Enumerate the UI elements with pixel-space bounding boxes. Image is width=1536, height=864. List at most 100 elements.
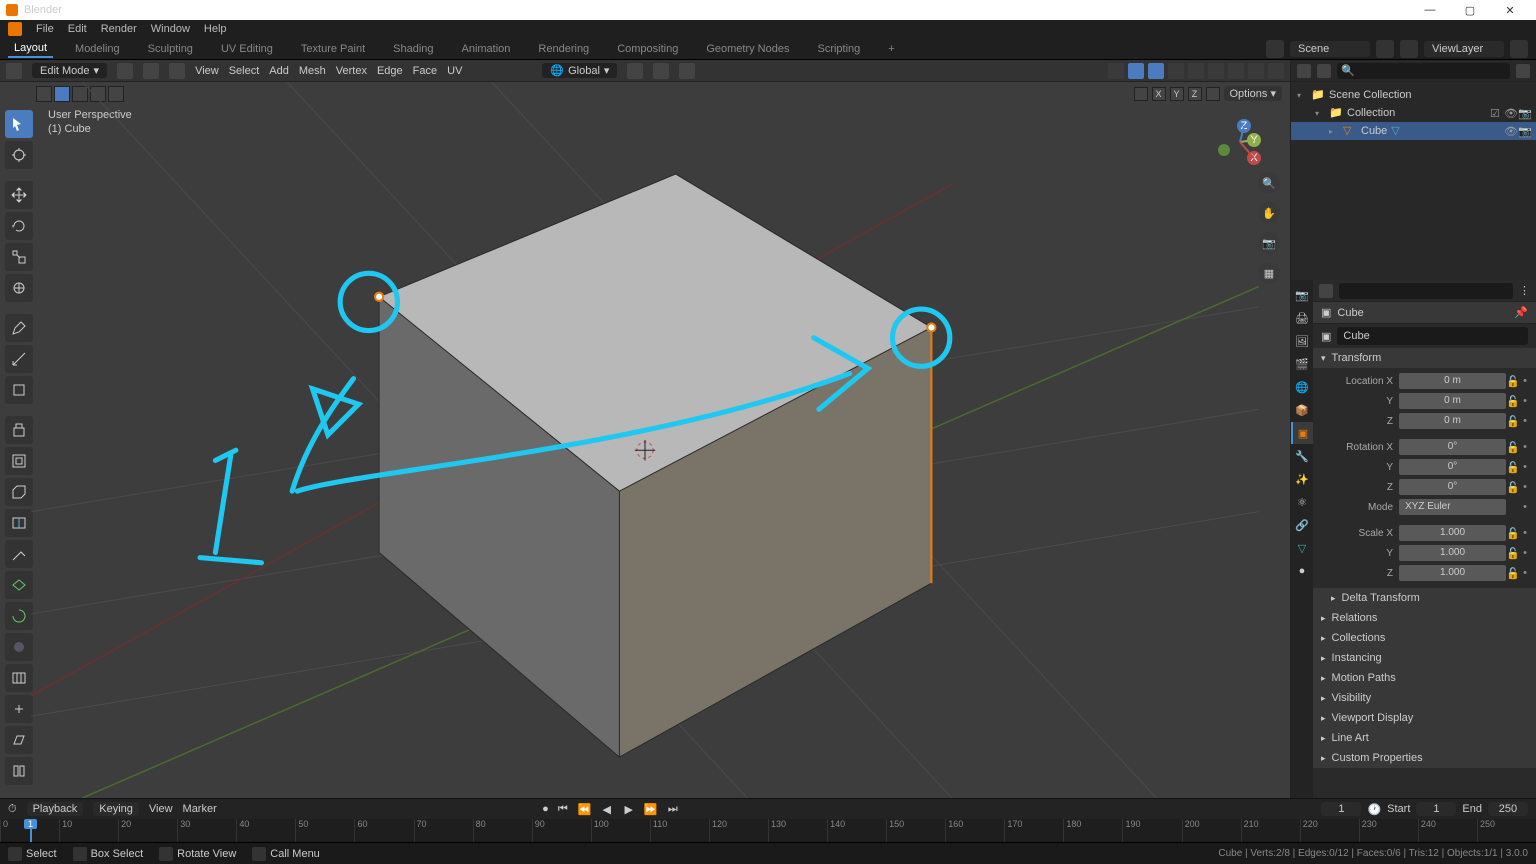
proportional-icon[interactable] (679, 63, 695, 79)
rotation-mode-dropdown[interactable]: XYZ Euler (1399, 499, 1506, 515)
props-tab-constraint[interactable]: 🔗 (1291, 514, 1313, 536)
shading-matpreview-icon[interactable] (1228, 63, 1244, 79)
tab-scripting[interactable]: Scripting (811, 41, 866, 57)
autokey-icon[interactable]: ● (542, 803, 549, 815)
3d-viewport[interactable]: User Perspective (1) Cube X Y Z Options … (0, 82, 1290, 798)
menu-file[interactable]: File (36, 23, 54, 35)
disclosure-icon[interactable]: ▾ (1297, 91, 1307, 100)
vp-menu-face[interactable]: Face (413, 65, 437, 77)
location-x-field[interactable]: 0 m (1399, 373, 1506, 389)
outliner-filter-icon[interactable] (1516, 64, 1530, 78)
tab-uvediting[interactable]: UV Editing (215, 41, 279, 57)
props-tab-modifier[interactable]: 🔧 (1291, 445, 1313, 467)
pivot-icon[interactable] (627, 63, 643, 79)
panel-lineart-header[interactable]: ▸Line Art (1313, 728, 1536, 748)
object-name-input[interactable] (1337, 327, 1528, 345)
pan-icon[interactable]: ✋ (1258, 202, 1280, 224)
tab-animation[interactable]: Animation (456, 41, 517, 57)
vp-menu-mesh[interactable]: Mesh (299, 65, 326, 77)
maximize-button[interactable]: ▢ (1450, 4, 1490, 17)
tree-row-collection[interactable]: ▾ 📁 Collection ☑👁📷 (1291, 104, 1536, 122)
jump-prev-icon[interactable]: ⏪ (577, 801, 593, 817)
pin-icon[interactable]: 📌 (1514, 306, 1528, 319)
menu-edit[interactable]: Edit (68, 23, 87, 35)
tab-modeling[interactable]: Modeling (69, 41, 126, 57)
minimize-button[interactable]: — (1410, 4, 1450, 16)
jump-start-icon[interactable]: ⏮ (555, 801, 571, 817)
vp-menu-edge[interactable]: Edge (377, 65, 403, 77)
navigation-gizmo[interactable]: Z Y X (1202, 112, 1262, 172)
outliner-search[interactable]: 🔍 (1337, 63, 1510, 79)
tab-sculpting[interactable]: Sculpting (142, 41, 199, 57)
eye-icon[interactable]: 👁 (1504, 125, 1516, 137)
mode-dropdown[interactable]: Edit Mode ▾ (32, 63, 107, 78)
props-tab-output[interactable]: 🖨 (1291, 307, 1313, 329)
mesh-edit-mode-icon[interactable] (1108, 63, 1124, 79)
props-tab-physics[interactable]: ⚛ (1291, 491, 1313, 513)
end-frame-field[interactable]: 250 (1488, 802, 1528, 816)
viewlayer-field[interactable]: ViewLayer (1424, 41, 1504, 57)
snap-icon[interactable] (653, 63, 669, 79)
vp-menu-view[interactable]: View (195, 65, 219, 77)
rotation-z-field[interactable]: 0° (1399, 479, 1506, 495)
camera-icon[interactable]: 📷 (1518, 107, 1530, 119)
props-tab-object[interactable]: ▣ (1291, 422, 1313, 444)
lock-icon[interactable]: 🔓 (1506, 395, 1520, 408)
scale-z-field[interactable]: 1.000 (1399, 565, 1506, 581)
tab-layout[interactable]: Layout (8, 40, 53, 58)
gizmo-toggle-icon[interactable] (1128, 63, 1144, 79)
props-tab-particle[interactable]: ✨ (1291, 468, 1313, 490)
menu-window[interactable]: Window (151, 23, 190, 35)
editor-type-icon[interactable] (6, 63, 22, 79)
properties-search[interactable] (1339, 283, 1513, 299)
zoom-icon[interactable]: 🔍 (1258, 172, 1280, 194)
tab-add[interactable]: + (882, 41, 900, 57)
viewlayer-browse-icon[interactable] (1400, 40, 1418, 58)
shading-rendered-icon[interactable] (1248, 63, 1264, 79)
tab-texturepaint[interactable]: Texture Paint (295, 41, 371, 57)
clock-icon[interactable]: 🕐 (1367, 803, 1381, 816)
eye-icon[interactable]: 👁 (1504, 107, 1516, 119)
scene-field[interactable]: Scene (1290, 41, 1370, 57)
props-tab-collection[interactable]: 📦 (1291, 399, 1313, 421)
xray-toggle-icon[interactable] (1168, 63, 1184, 79)
play-icon[interactable]: ▶ (621, 801, 637, 817)
rotation-x-field[interactable]: 0° (1399, 439, 1506, 455)
jump-end-icon[interactable]: ⏭ (665, 801, 681, 817)
vp-menu-uv[interactable]: UV (447, 65, 462, 77)
props-tab-world[interactable]: 🌐 (1291, 376, 1313, 398)
menu-render[interactable]: Render (101, 23, 137, 35)
vertex-select-icon[interactable] (117, 63, 133, 79)
tab-shading[interactable]: Shading (387, 41, 439, 57)
tab-rendering[interactable]: Rendering (532, 41, 595, 57)
tab-geometrynodes[interactable]: Geometry Nodes (700, 41, 795, 57)
scene-browse-icon[interactable] (1266, 40, 1284, 58)
lock-icon[interactable]: 🔓 (1506, 441, 1520, 454)
rotation-y-field[interactable]: 0° (1399, 459, 1506, 475)
lock-icon[interactable]: 🔓 (1506, 415, 1520, 428)
face-select-icon[interactable] (169, 63, 185, 79)
lock-icon[interactable]: 🔓 (1506, 547, 1520, 560)
viewlayer-new-icon[interactable] (1510, 40, 1528, 58)
location-z-field[interactable]: 0 m (1399, 413, 1506, 429)
scale-y-field[interactable]: 1.000 (1399, 545, 1506, 561)
vp-menu-select[interactable]: Select (229, 65, 260, 77)
options-icon[interactable]: ⋮ (1519, 284, 1530, 297)
timeline-ruler[interactable]: 0102030405060708090100110120130140150160… (0, 819, 1536, 842)
checkbox-icon[interactable]: ☑ (1490, 107, 1502, 119)
shading-dropdown-icon[interactable] (1268, 63, 1284, 79)
jump-next-icon[interactable]: ⏩ (643, 801, 659, 817)
panel-collections-header[interactable]: ▸Collections (1313, 628, 1536, 648)
playback-menu[interactable]: Playback (27, 802, 84, 816)
playhead[interactable] (30, 819, 32, 842)
play-reverse-icon[interactable]: ◀ (599, 801, 615, 817)
menu-help[interactable]: Help (204, 23, 227, 35)
orientation-dropdown[interactable]: 🌐 Global ▾ (542, 63, 617, 78)
marker-menu[interactable]: Marker (183, 803, 217, 815)
tree-row-cube[interactable]: ▸ ▽ Cube ▽ 👁📷 (1291, 122, 1536, 140)
timeline-editor-icon[interactable]: ⏱ (8, 803, 17, 816)
props-tab-viewlayer[interactable]: 🖼 (1291, 330, 1313, 352)
view-menu[interactable]: View (149, 803, 173, 815)
panel-delta-header[interactable]: ▸Delta Transform (1313, 588, 1536, 608)
lock-icon[interactable]: 🔓 (1506, 461, 1520, 474)
